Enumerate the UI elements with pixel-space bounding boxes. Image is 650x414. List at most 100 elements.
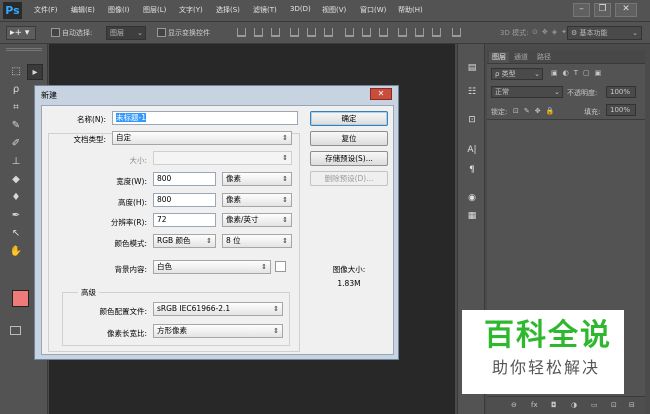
pen-tool-icon[interactable]: ✒ [8, 208, 24, 224]
restore-button[interactable]: ❐ [594, 3, 611, 17]
width-unit-dropdown[interactable]: 像素 ⇕ [222, 172, 292, 186]
resolution-field[interactable]: 72 [153, 213, 216, 227]
properties-panel-icon[interactable]: ☷ [465, 86, 479, 99]
menu-layer[interactable]: 图层(L) [143, 5, 166, 18]
pixel-aspect-label: 像素长宽比: [106, 329, 147, 338]
menu-window[interactable]: 窗口(W) [360, 5, 386, 18]
fill-input[interactable]: 100% [606, 104, 636, 116]
size-dropdown[interactable]: ⇕ [153, 151, 292, 165]
menu-select[interactable]: 选择(S) [216, 5, 240, 18]
dialog-body: 名称(N): 未标题-1 文档类型: 自定 ⇕ 大小: ⇕ 宽度(W): 800 … [41, 105, 394, 355]
crop-tool-icon[interactable]: ⌗ [8, 100, 24, 116]
history-panel-icon[interactable]: ▤ [465, 62, 479, 75]
save-preset-button[interactable]: 存储预设(S)... [310, 151, 388, 166]
distribute-bottom-icon[interactable] [379, 28, 388, 37]
color-mode-label: 颜色模式: [114, 239, 147, 248]
align-top-icon[interactable] [237, 28, 246, 37]
pixel-aspect-dropdown[interactable]: 方形像素 ⇕ [153, 324, 283, 338]
eraser-tool-icon[interactable]: ◆ [8, 172, 24, 188]
resolution-unit-dropdown[interactable]: 像素/英寸 ⇕ [222, 213, 292, 227]
marquee-tool-icon[interactable]: ⬚ [8, 64, 24, 80]
quick-mask-icon[interactable] [10, 326, 21, 335]
ok-button[interactable]: 确定 [310, 111, 388, 126]
info-panel-icon[interactable]: ⊡ [465, 114, 479, 127]
align-vcenter-icon[interactable] [254, 28, 263, 37]
workspace-dropdown[interactable]: ⚙ 基本功能 ⌄ [567, 26, 642, 40]
menu-bar: Ps 文件(F) 编辑(E) 图像(I) 图层(L) 文字(Y) 选择(S) 滤… [0, 0, 650, 22]
tab-layers[interactable]: 图层 [489, 52, 509, 63]
menu-help[interactable]: 帮助(H) [398, 5, 423, 18]
fill-label: 填充: [584, 108, 601, 116]
paragraph-panel-icon[interactable]: ¶ [465, 164, 479, 177]
color-profile-dropdown[interactable]: sRGB IEC61966-2.1 ⇕ [153, 302, 283, 316]
auto-align-icon[interactable] [452, 28, 461, 37]
swatches-panel-icon[interactable]: ▦ [465, 210, 479, 223]
menu-3d[interactable]: 3D(D) [290, 5, 311, 18]
link-layers-icon[interactable]: ⊖ [511, 401, 517, 409]
minimize-button[interactable]: – [573, 3, 590, 17]
delete-preset-button[interactable]: 删除预设(D)... [310, 171, 388, 186]
new-layer-icon[interactable]: ⊡ [611, 401, 617, 409]
distribute-vcenter-icon[interactable] [362, 28, 371, 37]
auto-select-checkbox[interactable] [51, 28, 60, 37]
distribute-top-icon[interactable] [345, 28, 354, 37]
height-field[interactable]: 800 [153, 193, 216, 207]
color-profile-label: 颜色配置文件: [99, 307, 147, 316]
height-unit-dropdown[interactable]: 像素 ⇕ [222, 193, 292, 207]
align-bottom-icon[interactable] [271, 28, 280, 37]
preset-dropdown[interactable]: 自定 ⇕ [112, 131, 292, 145]
lasso-tool-icon[interactable]: ρ [8, 82, 24, 98]
align-left-icon[interactable] [290, 28, 299, 37]
distribute-left-icon[interactable] [398, 28, 407, 37]
preset-label: 文档类型: [73, 135, 106, 144]
layer-filter-dropdown[interactable]: ρ 类型 ⌄ [491, 68, 543, 80]
menu-type[interactable]: 文字(Y) [179, 5, 203, 18]
menu-view[interactable]: 视图(V) [322, 5, 346, 18]
auto-select-label: 自动选择: [62, 29, 93, 37]
color-mode-dropdown[interactable]: RGB 颜色 ⇕ [153, 234, 216, 248]
eyedropper-tool-icon[interactable]: ✎ [8, 118, 24, 134]
distribute-hcenter-icon[interactable] [415, 28, 424, 37]
layer-style-icon[interactable]: fx [531, 401, 538, 409]
menu-file[interactable]: 文件(F) [34, 5, 58, 18]
blend-mode-dropdown[interactable]: 正常 ⌄ [491, 86, 563, 98]
align-hcenter-icon[interactable] [307, 28, 316, 37]
background-color-swatch-dialog[interactable] [275, 261, 286, 272]
healing-brush-icon[interactable]: ✐ [8, 136, 24, 152]
tab-paths[interactable]: 路径 [534, 52, 554, 63]
filter-icons[interactable]: ▣◐T▢▣ [551, 69, 606, 77]
color-panel-icon[interactable]: ◉ [465, 192, 479, 205]
add-mask-icon[interactable]: ◘ [551, 401, 557, 409]
move-tool-preset-icon[interactable]: ▸+ ▾ [6, 26, 36, 40]
background-dropdown[interactable]: 白色 ⇕ [153, 260, 271, 274]
auto-select-dropdown[interactable]: 图层 ⌄ [106, 26, 146, 40]
stamp-tool-icon[interactable]: ⊥ [8, 154, 24, 170]
bit-depth-dropdown[interactable]: 8 位 ⇕ [222, 234, 292, 248]
path-select-icon[interactable]: ↖ [8, 226, 24, 242]
lock-icons[interactable]: ⊡✎✥🔒 [513, 107, 559, 115]
menu-filter[interactable]: 滤镜(T) [253, 5, 277, 18]
reset-button[interactable]: 复位 [310, 131, 388, 146]
new-group-icon[interactable]: ▭ [591, 401, 598, 409]
hand-tool-icon[interactable]: ✋ [8, 244, 24, 260]
delete-layer-icon[interactable]: ⊟ [629, 401, 635, 409]
menu-image[interactable]: 图像(I) [108, 5, 130, 18]
width-field[interactable]: 800 [153, 172, 216, 186]
dialog-close-button[interactable]: ✕ [370, 88, 392, 100]
close-window-button[interactable]: ✕ [615, 3, 637, 17]
distribute-right-icon[interactable] [432, 28, 441, 37]
blur-tool-icon[interactable]: ♦ [8, 190, 24, 206]
align-right-icon[interactable] [324, 28, 333, 37]
menu-edit[interactable]: 编辑(E) [71, 5, 95, 18]
adjustment-layer-icon[interactable]: ◑ [571, 401, 577, 409]
foreground-color-swatch[interactable] [12, 290, 29, 307]
move-tool-icon[interactable]: ▸ [27, 64, 43, 80]
name-field[interactable]: 未标题-1 [112, 111, 298, 125]
size-label: 大小: [129, 156, 147, 165]
character-panel-icon[interactable]: A| [465, 144, 479, 157]
show-transform-checkbox[interactable] [157, 28, 166, 37]
opacity-input[interactable]: 100% [606, 86, 636, 98]
image-size-label: 图像大小: [332, 265, 366, 274]
toolbar-grip [6, 48, 42, 51]
tab-channels[interactable]: 通道 [511, 52, 531, 63]
